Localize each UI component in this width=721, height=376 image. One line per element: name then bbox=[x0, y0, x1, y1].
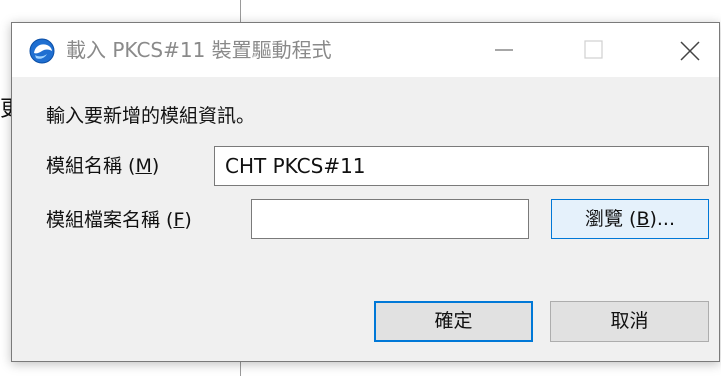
mnemonic-m: M bbox=[135, 155, 152, 177]
window-title: 載入 PKCS#11 裝置驅動程式 bbox=[66, 38, 332, 62]
background-window-edge bbox=[240, 362, 241, 376]
close-button[interactable] bbox=[651, 23, 721, 77]
minimize-button[interactable] bbox=[466, 23, 536, 77]
browse-button[interactable]: 瀏覽 (B)... bbox=[551, 199, 709, 239]
mnemonic-f: F bbox=[173, 209, 185, 231]
title-bar[interactable]: 載入 PKCS#11 裝置驅動程式 bbox=[12, 23, 719, 77]
background-window-edge bbox=[240, 0, 241, 22]
ok-button[interactable]: 確定 bbox=[374, 301, 533, 342]
maximize-button[interactable] bbox=[565, 23, 635, 77]
maximize-icon bbox=[584, 40, 603, 59]
module-name-input[interactable]: CHT PKCS#11 bbox=[214, 146, 709, 186]
load-pkcs11-dialog: 載入 PKCS#11 裝置驅動程式 輸入要新增的模組資訊。 模組名稱 (M) C bbox=[11, 22, 720, 362]
dialog-prompt: 輸入要新增的模組資訊。 bbox=[46, 105, 256, 127]
mnemonic-b: B bbox=[636, 208, 650, 230]
close-icon bbox=[680, 41, 700, 61]
cancel-button[interactable]: 取消 bbox=[550, 301, 709, 342]
module-file-input[interactable] bbox=[251, 199, 529, 239]
module-file-label: 模組檔案名稱 (F) bbox=[46, 209, 192, 231]
screen: 更 載入 PKCS#11 裝置驅動程式 輸入要新增的模組資訊。 模組名稱 (M)… bbox=[0, 0, 721, 376]
thunderbird-app-icon bbox=[29, 38, 55, 64]
module-name-label: 模組名稱 (M) bbox=[46, 155, 160, 177]
minimize-icon bbox=[495, 49, 513, 51]
